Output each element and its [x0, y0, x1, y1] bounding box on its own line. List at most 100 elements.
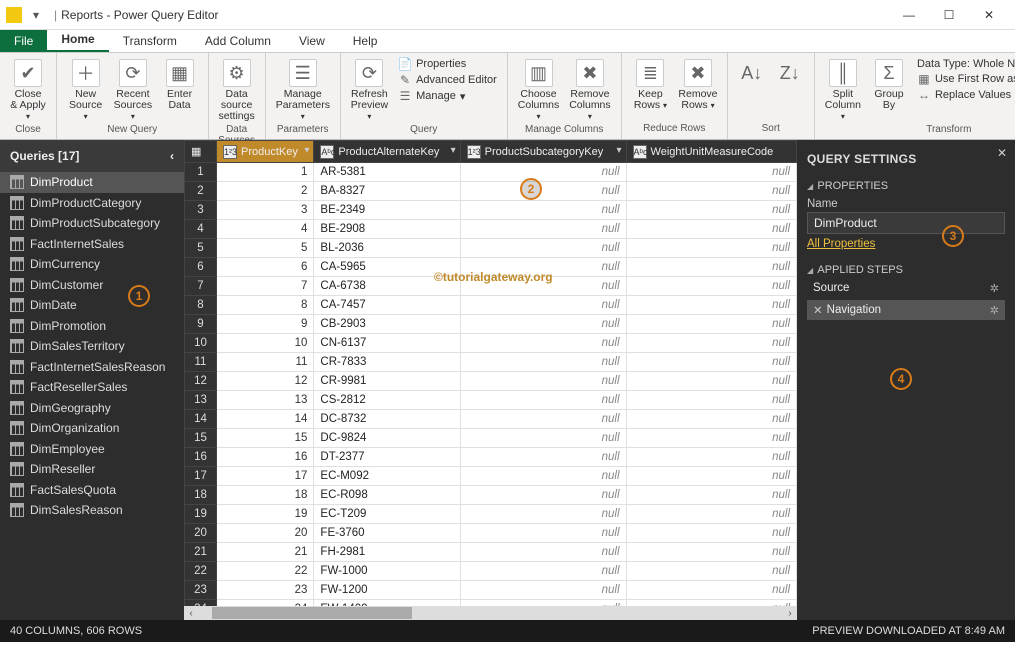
collapse-queries-icon[interactable]: ‹ [170, 149, 174, 163]
query-item[interactable]: DimProductSubcategory [0, 213, 184, 234]
table-row[interactable]: 2323FW-1200nullnull [185, 581, 797, 600]
chevron-down-icon[interactable]: ▾ [451, 145, 456, 156]
table-icon [10, 237, 24, 251]
query-item[interactable]: DimSalesReason [0, 500, 184, 521]
table-row[interactable]: 1010CN-6137nullnull [185, 334, 797, 353]
title-separator: | [54, 8, 57, 22]
col-header-productalternatekey[interactable]: AᵇcProductAlternateKey▾ [314, 141, 460, 163]
remove-rows-button[interactable]: ✖Remove Rows ▾ [675, 57, 721, 113]
minimize-button[interactable]: — [889, 0, 929, 30]
sort-asc-button[interactable]: A↓ [734, 57, 770, 89]
step-navigation[interactable]: ✕Navigation✲ [807, 300, 1005, 320]
properties-button[interactable]: 📄Properties [394, 57, 501, 71]
properties-icon: 📄 [398, 57, 412, 71]
query-item[interactable]: FactSalesQuota [0, 480, 184, 501]
manage-parameters-button[interactable]: ☰Manage Parameters ▾ [272, 57, 334, 124]
step-source[interactable]: Source✲ [807, 278, 1005, 298]
refresh-preview-button[interactable]: ⟳Refresh Preview ▾ [347, 57, 392, 124]
query-item[interactable]: DimGeography [0, 398, 184, 419]
group-data-sources-label: Data Sources [215, 124, 259, 138]
scroll-left-icon[interactable]: ‹ [184, 606, 198, 620]
keep-rows-button[interactable]: ≣Keep Rows ▾ [628, 57, 674, 113]
close-apply-button[interactable]: ✔Close & Apply ▾ [6, 57, 50, 124]
table-row[interactable]: 2222FW-1000nullnull [185, 562, 797, 581]
recent-sources-button[interactable]: ⟳Recent Sources ▾ [110, 57, 155, 124]
col-header-productkey[interactable]: 1²3ProductKey▾ [217, 141, 314, 163]
table-row[interactable]: 1212CR-9981nullnull [185, 372, 797, 391]
table-row[interactable]: 1818EC-R098nullnull [185, 486, 797, 505]
table-row[interactable]: 55BL-2036nullnull [185, 239, 797, 258]
all-properties-link[interactable]: All Properties [807, 238, 875, 250]
chevron-down-icon[interactable]: ▾ [617, 145, 622, 156]
tab-home[interactable]: Home [47, 28, 108, 52]
query-item[interactable]: DimEmployee [0, 439, 184, 460]
chevron-down-icon[interactable]: ▾ [304, 145, 309, 156]
horizontal-scrollbar[interactable]: ‹ › [184, 606, 797, 620]
query-item[interactable]: DimProduct [0, 172, 184, 193]
tab-add-column[interactable]: Add Column [191, 30, 285, 52]
remove-columns-button[interactable]: ✖Remove Columns ▾ [565, 57, 614, 124]
table-row[interactable]: 33BE-2349nullnull [185, 201, 797, 220]
query-item[interactable]: DimSalesTerritory [0, 336, 184, 357]
tab-view[interactable]: View [285, 30, 339, 52]
new-source-button[interactable]: ＋New Source ▾ [63, 57, 108, 124]
table-row[interactable]: 77CA-6738nullnull [185, 277, 797, 296]
choose-columns-button[interactable]: ▥Choose Columns ▾ [514, 57, 563, 124]
query-item[interactable]: DimReseller [0, 459, 184, 480]
tab-transform[interactable]: Transform [109, 30, 191, 52]
table-row[interactable]: 1111CR-7833nullnull [185, 353, 797, 372]
table-row[interactable]: 66CA-5965nullnull [185, 258, 797, 277]
manage-button[interactable]: ☰Manage ▾ [394, 89, 501, 103]
table-row[interactable]: 1414DC-8732nullnull [185, 410, 797, 429]
scroll-thumb[interactable] [212, 607, 412, 619]
properties-section[interactable]: PROPERTIES [807, 180, 1005, 192]
group-by-button[interactable]: ΣGroup By [867, 57, 911, 113]
qat-dropdown-icon[interactable]: ▾ [28, 7, 44, 23]
advanced-editor-button[interactable]: ✎Advanced Editor [394, 73, 501, 87]
ribbon-tabs: File Home Transform Add Column View Help [0, 30, 1015, 53]
table-row[interactable]: 1313CS-2812nullnull [185, 391, 797, 410]
data-type-dropdown[interactable]: Data Type: Whole Number ▾ [913, 57, 1015, 70]
query-item[interactable]: DimPromotion [0, 316, 184, 337]
col-header-productsubcategorykey[interactable]: 1²3ProductSubcategoryKey▾ [460, 141, 626, 163]
scroll-right-icon[interactable]: › [783, 606, 797, 620]
query-item[interactable]: DimOrganization [0, 418, 184, 439]
gear-icon[interactable]: ✲ [990, 304, 999, 317]
split-column-button[interactable]: ║Split Column ▾ [821, 57, 865, 124]
table-row[interactable]: 2020FE-3760nullnull [185, 524, 797, 543]
query-name-input[interactable] [807, 212, 1005, 234]
table-row[interactable]: 2121FH-2981nullnull [185, 543, 797, 562]
data-grid[interactable]: ▦ 1²3ProductKey▾ AᵇcProductAlternateKey▾… [184, 140, 797, 620]
close-settings-button[interactable]: ✕ [997, 146, 1007, 160]
gear-icon[interactable]: ✲ [990, 282, 999, 295]
table-row[interactable]: 99CB-2903nullnull [185, 315, 797, 334]
maximize-button[interactable]: ☐ [929, 0, 969, 30]
table-row[interactable]: 1515DC-9824nullnull [185, 429, 797, 448]
sort-desc-button[interactable]: Z↓ [772, 57, 808, 89]
close-button[interactable]: ✕ [969, 0, 1009, 30]
first-row-headers-button[interactable]: ▦Use First Row as Headers ▾ [913, 72, 1015, 86]
query-item[interactable]: DimCustomer [0, 275, 184, 296]
data-source-settings-button[interactable]: ⚙Data source settings [215, 57, 259, 124]
table-row[interactable]: 44BE-2908nullnull [185, 220, 797, 239]
replace-values-button[interactable]: ↔Replace Values [913, 88, 1015, 102]
table-row[interactable]: 1717EC-M092nullnull [185, 467, 797, 486]
col-header-weightunitmeasurecode[interactable]: AᵇcWeightUnitMeasureCode [626, 141, 796, 163]
applied-steps-section[interactable]: APPLIED STEPS [807, 264, 1005, 276]
query-item[interactable]: FactInternetSales [0, 234, 184, 255]
table-row[interactable]: 22BA-8327nullnull [185, 182, 797, 201]
query-item[interactable]: FactResellerSales [0, 377, 184, 398]
table-icon [10, 319, 24, 333]
tab-file[interactable]: File [0, 30, 47, 52]
table-row[interactable]: 11AR-5381nullnull [185, 163, 797, 182]
query-item[interactable]: DimDate [0, 295, 184, 316]
rownum-header[interactable]: ▦ [185, 141, 217, 163]
tab-help[interactable]: Help [339, 30, 392, 52]
table-row[interactable]: 1616DT-2377nullnull [185, 448, 797, 467]
query-item[interactable]: FactInternetSalesReason [0, 357, 184, 378]
table-row[interactable]: 1919EC-T209nullnull [185, 505, 797, 524]
query-item[interactable]: DimProductCategory [0, 193, 184, 214]
enter-data-button[interactable]: ▦Enter Data [158, 57, 202, 113]
table-row[interactable]: 88CA-7457nullnull [185, 296, 797, 315]
query-item[interactable]: DimCurrency [0, 254, 184, 275]
